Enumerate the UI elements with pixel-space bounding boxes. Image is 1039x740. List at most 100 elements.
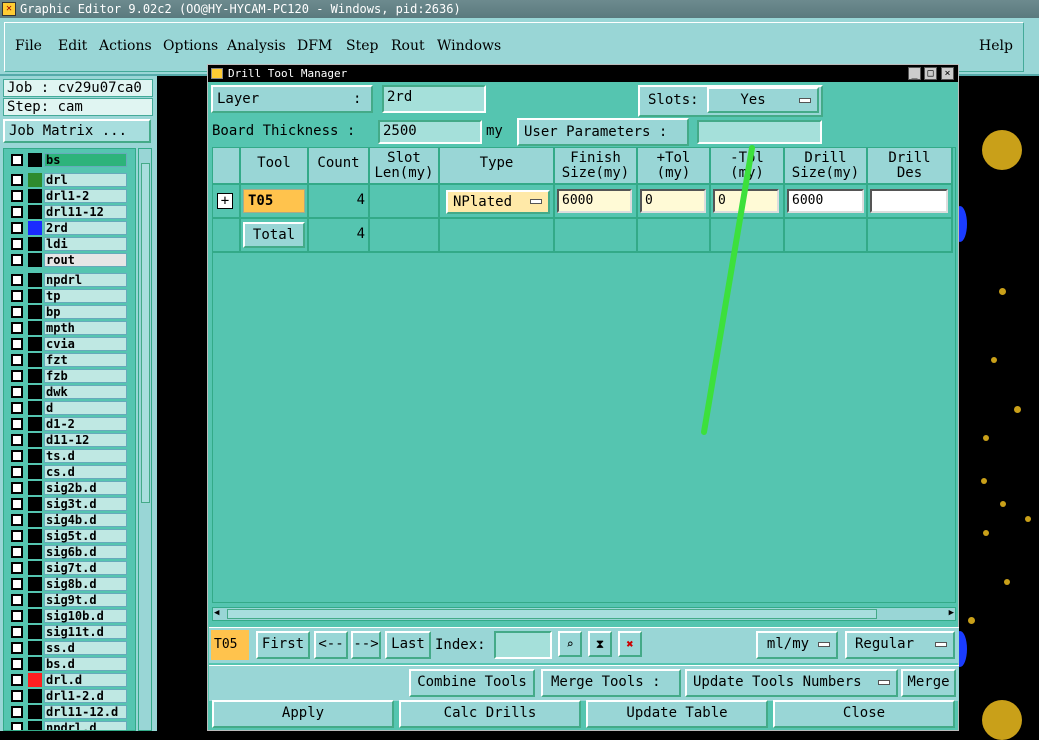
layer-checkbox[interactable] (11, 450, 23, 462)
layer-checkbox[interactable] (11, 466, 23, 478)
layer-row[interactable]: bs.d (6, 657, 129, 671)
layer-name[interactable]: d11-12 (44, 433, 127, 447)
finish-size-input[interactable]: 6000 (557, 189, 632, 213)
layer-row[interactable]: ldi (6, 237, 129, 251)
layer-name[interactable]: drl1-2.d (44, 689, 127, 703)
layer-checkbox[interactable] (11, 354, 23, 366)
layer-row[interactable]: sig4b.d (6, 513, 129, 527)
layer-row[interactable]: cvia (6, 337, 129, 351)
menu-edit[interactable]: Edit (58, 38, 87, 54)
layer-checkbox[interactable] (11, 418, 23, 430)
layer-name[interactable]: sig3t.d (44, 497, 127, 511)
layer-name[interactable]: sig5t.d (44, 529, 127, 543)
scroll-right-icon[interactable]: ▶ (949, 608, 954, 618)
last-button[interactable]: Last (385, 631, 431, 659)
layer-name[interactable]: rout (44, 253, 127, 267)
layer-name[interactable]: drl11-12.d (44, 705, 127, 719)
layer-checkbox[interactable] (11, 626, 23, 638)
layer-row[interactable]: sig5t.d (6, 529, 129, 543)
layer-row[interactable]: dwk (6, 385, 129, 399)
menu-file[interactable]: File (15, 38, 42, 54)
layer-row[interactable]: sig10b.d (6, 609, 129, 623)
close-icon[interactable]: × (941, 67, 954, 80)
layer-checkbox[interactable] (11, 190, 23, 202)
layer-row[interactable]: fzt (6, 353, 129, 367)
column-header-finish-size[interactable]: Finish Size(my) (555, 148, 638, 185)
layer-checkbox[interactable] (11, 274, 23, 286)
layer-checkbox[interactable] (11, 482, 23, 494)
layer-checkbox[interactable] (11, 594, 23, 606)
menu-actions[interactable]: Actions (99, 38, 152, 54)
layer-name[interactable]: ts.d (44, 449, 127, 463)
layer-row[interactable]: tp (6, 289, 129, 303)
layer-row[interactable]: bs (6, 153, 129, 167)
layer-checkbox[interactable] (11, 498, 23, 510)
merge-button[interactable]: Merge (901, 669, 956, 697)
layer-name[interactable]: mpth (44, 321, 127, 335)
column-header-drill-des[interactable]: Drill Des (868, 148, 953, 185)
column-header-minus-tol[interactable]: -Tol (my) (711, 148, 785, 185)
search-icon[interactable]: ⌕ (558, 631, 582, 657)
layer-checkbox[interactable] (11, 562, 23, 574)
layer-row[interactable]: d (6, 401, 129, 415)
layer-row[interactable]: drl1-2 (6, 189, 129, 203)
menu-options[interactable]: Options (163, 38, 218, 54)
slot-len-cell[interactable] (370, 185, 440, 219)
layer-checkbox[interactable] (11, 530, 23, 542)
layer-checkbox[interactable] (11, 154, 23, 166)
drill-size-input[interactable]: 6000 (787, 189, 864, 213)
layer-row[interactable]: cs.d (6, 465, 129, 479)
layer-row[interactable]: sig3t.d (6, 497, 129, 511)
menu-analysis[interactable]: Analysis (227, 38, 286, 54)
layer-row[interactable]: sig8b.d (6, 577, 129, 591)
layer-checkbox[interactable] (11, 514, 23, 526)
layer-name[interactable]: 2rd (44, 221, 127, 235)
prev-button[interactable]: <-- (314, 631, 348, 659)
layer-name[interactable]: bp (44, 305, 127, 319)
layer-row[interactable]: drl (6, 173, 129, 187)
drill-des-input[interactable] (870, 189, 948, 213)
layer-name[interactable]: fzt (44, 353, 127, 367)
layer-checkbox[interactable] (11, 206, 23, 218)
layer-name[interactable]: cvia (44, 337, 127, 351)
layer-checkbox[interactable] (11, 402, 23, 414)
layer-name[interactable]: fzb (44, 369, 127, 383)
layer-label-button[interactable]: Layer : (211, 85, 373, 113)
layer-checkbox[interactable] (11, 370, 23, 382)
layer-row[interactable]: d11-12 (6, 433, 129, 447)
minus-tol-input[interactable]: 0 (713, 189, 779, 213)
layer-checkbox[interactable] (11, 610, 23, 622)
expand-icon[interactable]: + (217, 193, 233, 209)
update-table-button[interactable]: Update Table (586, 700, 768, 728)
layer-name[interactable]: ss.d (44, 641, 127, 655)
layer-name[interactable]: cs.d (44, 465, 127, 479)
layer-row[interactable]: fzb (6, 369, 129, 383)
scroll-left-icon[interactable]: ◀ (214, 608, 219, 618)
menu-help[interactable]: Help (979, 38, 1013, 54)
row-select-cell[interactable]: + (213, 185, 241, 219)
close-button[interactable]: Close (773, 700, 955, 728)
layer-name[interactable]: d (44, 401, 127, 415)
layer-row[interactable]: mpth (6, 321, 129, 335)
combine-tools-button[interactable]: Combine Tools (409, 669, 535, 697)
clear-icon[interactable]: ✖ (618, 631, 642, 657)
layer-checkbox[interactable] (11, 674, 23, 686)
column-header-drill-size[interactable]: Drill Size(my) (785, 148, 868, 185)
user-parameters-button[interactable]: User Parameters : (517, 118, 689, 146)
calc-drills-button[interactable]: Calc Drills (399, 700, 581, 728)
layer-row[interactable]: ss.d (6, 641, 129, 655)
layer-checkbox[interactable] (11, 306, 23, 318)
layer-checkbox[interactable] (11, 690, 23, 702)
layer-row[interactable]: ts.d (6, 449, 129, 463)
layer-row[interactable]: drl11-12.d (6, 705, 129, 719)
layer-name[interactable]: sig7t.d (44, 561, 127, 575)
layer-name[interactable]: npdrl (44, 273, 127, 287)
column-header-plus-tol[interactable]: +Tol (my) (638, 148, 711, 185)
layer-row[interactable]: sig2b.d (6, 481, 129, 495)
layer-row[interactable]: npdrl (6, 273, 129, 287)
layer-row[interactable]: drl1-2.d (6, 689, 129, 703)
layer-checkbox[interactable] (11, 254, 23, 266)
layer-name[interactable]: sig2b.d (44, 481, 127, 495)
layer-name[interactable]: sig4b.d (44, 513, 127, 527)
scrollbar-thumb[interactable] (227, 609, 877, 619)
